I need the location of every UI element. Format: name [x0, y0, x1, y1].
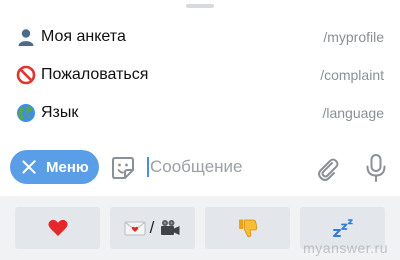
bot-reply-keyboard: / myanswer.ru	[0, 196, 400, 260]
text-cursor	[147, 157, 149, 177]
keyboard-button-message[interactable]: /	[110, 207, 195, 249]
command-myprofile[interactable]: Моя анкета /myprofile	[0, 18, 400, 56]
command-name: /complaint	[320, 67, 384, 83]
command-language[interactable]: Язык /language	[0, 94, 400, 132]
watermark: myanswer.ru	[303, 240, 388, 256]
globe-icon	[16, 103, 36, 123]
thumbs-down-icon	[238, 218, 258, 238]
no-entry-icon	[16, 65, 36, 85]
command-description: Пожаловаться	[41, 66, 149, 83]
paperclip-icon[interactable]	[313, 154, 341, 182]
bust-in-silhouette-icon	[16, 27, 36, 47]
command-complaint[interactable]: Пожаловаться /complaint	[0, 56, 400, 94]
message-input[interactable]	[150, 154, 310, 180]
zzz-icon	[332, 218, 354, 238]
close-icon	[21, 159, 37, 175]
red-heart-icon	[47, 219, 68, 237]
command-description: Язык	[41, 104, 79, 121]
sheet-drag-handle[interactable]	[186, 4, 214, 8]
command-name: /language	[322, 105, 384, 121]
command-description: Моя анкета	[41, 28, 126, 45]
sticker-icon[interactable]	[110, 155, 136, 181]
command-name: /myprofile	[323, 29, 384, 45]
bot-command-list: Моя анкета /myprofile Пожаловаться /comp…	[0, 18, 400, 132]
separator: /	[149, 218, 155, 237]
bot-menu-button[interactable]: Меню	[10, 150, 99, 184]
video-camera-icon	[159, 219, 181, 237]
menu-button-label: Меню	[46, 158, 89, 176]
love-letter-icon	[124, 220, 146, 236]
keyboard-button-like[interactable]	[15, 207, 100, 249]
keyboard-button-dislike[interactable]	[205, 207, 290, 249]
microphone-icon[interactable]	[362, 153, 390, 183]
